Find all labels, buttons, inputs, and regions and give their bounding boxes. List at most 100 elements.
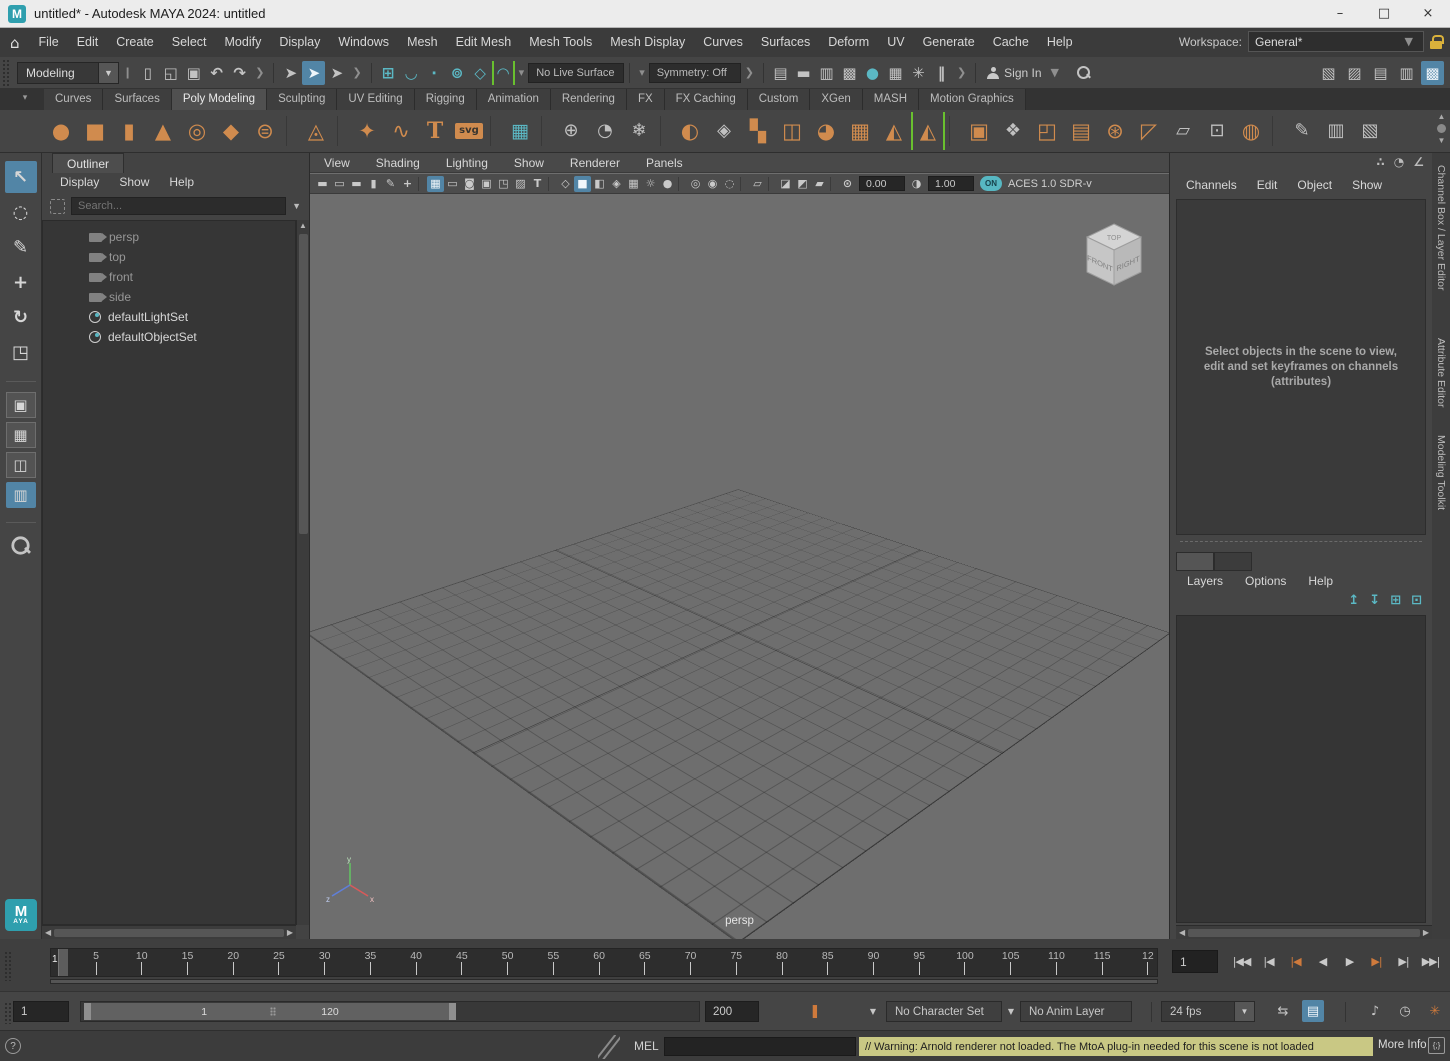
minimize-button[interactable]: –: [1318, 0, 1362, 27]
tab-modeling-toolkit[interactable]: Modeling Toolkit: [1435, 435, 1447, 510]
script-editor-icon[interactable]: {;}: [1428, 1037, 1445, 1054]
resolution-gate-icon[interactable]: ◙: [461, 176, 478, 192]
home-icon[interactable]: ⌂: [10, 34, 20, 52]
scroll-up-icon[interactable]: ▲: [299, 220, 307, 232]
scrollbar-thumb[interactable]: [299, 234, 308, 534]
default-material-icon[interactable]: ▦: [625, 176, 642, 192]
drag-handle[interactable]: [2, 59, 9, 86]
menu-item[interactable]: Create: [107, 35, 163, 49]
camera-lock-icon[interactable]: ▭: [331, 176, 348, 192]
shadows-icon[interactable]: ●: [659, 176, 676, 192]
new-layer-icon[interactable]: ⊞: [1390, 593, 1401, 608]
poly-sphere-icon[interactable]: ●: [44, 112, 78, 150]
menu-item[interactable]: Mesh: [398, 35, 447, 49]
outliner-menu-item[interactable]: Display: [50, 173, 109, 192]
current-time-field[interactable]: [1172, 950, 1218, 973]
boolean-icon[interactable]: ◐: [673, 112, 707, 150]
isolate-select-icon[interactable]: ▱: [749, 176, 766, 192]
undo-icon[interactable]: ↶: [205, 61, 228, 85]
render-setup-icon[interactable]: ▦: [884, 61, 907, 85]
auto-keyframe-icon[interactable]: ▤: [1302, 1000, 1324, 1022]
image-plane-icon[interactable]: ▨: [512, 176, 529, 192]
step-back-frame-button[interactable]: |◀: [1255, 949, 1282, 974]
viewport-menu-item[interactable]: Lighting: [446, 153, 502, 172]
render-frame-icon[interactable]: ▬: [792, 61, 815, 85]
scale-tool[interactable]: ◳: [5, 336, 37, 368]
layer-editor-menu-item[interactable]: Layers: [1176, 572, 1234, 591]
combine-icon[interactable]: ◈: [707, 112, 741, 150]
time-sync-icon[interactable]: ◷: [1394, 1000, 1416, 1022]
outliner-horizontal-scrollbar[interactable]: ◀ ▶: [42, 925, 296, 939]
move-tool[interactable]: +: [5, 266, 37, 298]
bevel-icon[interactable]: ◰: [1030, 112, 1064, 150]
sign-in-button[interactable]: Sign In ▼: [987, 66, 1063, 80]
hypershade-icon[interactable]: ●: [861, 61, 884, 85]
layer-editor-menu-item[interactable]: Options: [1234, 572, 1297, 591]
step-forward-key-button[interactable]: ▶|: [1363, 949, 1390, 974]
sculpt-tool-icon[interactable]: ◍: [1234, 112, 1268, 150]
scrollbar-thumb[interactable]: [54, 929, 284, 937]
menu-item[interactable]: Mesh Display: [601, 35, 694, 49]
pan-zoom-icon[interactable]: +: [399, 176, 416, 192]
outliner-vertical-scrollbar[interactable]: ▲: [296, 220, 309, 925]
crease-tool-icon[interactable]: ✎: [1285, 112, 1319, 150]
menu-item[interactable]: Select: [163, 35, 216, 49]
poly-disc-icon[interactable]: ⊜: [248, 112, 282, 150]
menu-item[interactable]: Surfaces: [752, 35, 819, 49]
shelf-menu-icon[interactable]: ▾: [23, 92, 28, 103]
wireframe-on-shaded-icon[interactable]: ◈: [608, 176, 625, 192]
resize-grip[interactable]: [598, 1035, 620, 1059]
lasso-tool[interactable]: ◌: [5, 196, 37, 228]
shelf-tab[interactable]: MASH: [863, 89, 919, 110]
filter-icon[interactable]: [50, 199, 65, 214]
shelf-tab[interactable]: Rendering: [551, 89, 627, 110]
scroll-left-icon[interactable]: ◀: [45, 928, 51, 937]
helix-icon[interactable]: ∿: [384, 112, 418, 150]
outliner-menu-item[interactable]: Show: [109, 173, 159, 192]
lock-workspace-icon[interactable]: [1430, 35, 1442, 49]
menu-item[interactable]: File: [30, 35, 68, 49]
menu-item[interactable]: UV: [878, 35, 913, 49]
menu-item[interactable]: Help: [1038, 35, 1082, 49]
go-to-start-button[interactable]: |◀◀: [1228, 949, 1255, 974]
animation-prefs-icon[interactable]: ✳: [1424, 1000, 1446, 1022]
outliner-item[interactable]: front: [43, 267, 295, 287]
type-tool-icon[interactable]: T: [418, 112, 452, 150]
motion-blur-icon[interactable]: ◉: [704, 176, 721, 192]
textured-icon[interactable]: ◧: [591, 176, 608, 192]
poly-cylinder-icon[interactable]: ▮: [112, 112, 146, 150]
live-surface-field[interactable]: No Live Surface: [528, 63, 624, 83]
layer-move-up-icon[interactable]: ↥: [1348, 593, 1359, 608]
snapshot-icon[interactable]: ▰: [811, 176, 828, 192]
viewport-menu-item[interactable]: View: [324, 153, 364, 172]
chevron-down-icon[interactable]: ▼: [1000, 1000, 1022, 1022]
view-cube[interactable]: TOP FRONT RIGHT: [1081, 221, 1147, 293]
outliner-panel-tab[interactable]: Outliner: [52, 153, 124, 173]
animation-start-field[interactable]: [13, 1001, 69, 1022]
playback-loop-icon[interactable]: ⇆: [1272, 1000, 1294, 1022]
poly-cone-icon[interactable]: ▲: [146, 112, 180, 150]
layer-move-down-icon[interactable]: ↧: [1369, 593, 1380, 608]
shelf-tab[interactable]: Custom: [748, 89, 811, 110]
poly-plane-icon[interactable]: ◆: [214, 112, 248, 150]
select-tool[interactable]: ↖: [5, 161, 37, 193]
exposure-field[interactable]: 0.00: [859, 176, 905, 191]
shelf-tab[interactable]: Animation: [477, 89, 551, 110]
xray-icon[interactable]: ◪: [777, 176, 794, 192]
viewport-menu-item[interactable]: Shading: [376, 153, 434, 172]
character-set-dropdown[interactable]: No Character Set: [886, 1001, 1002, 1022]
scroll-up-icon[interactable]: ▲: [1438, 112, 1446, 121]
separate-icon[interactable]: ▚: [741, 112, 775, 150]
menu-item[interactable]: Generate: [914, 35, 984, 49]
shelf-tab[interactable]: Motion Graphics: [919, 89, 1026, 110]
toggle-renderer-icon[interactable]: ✳: [907, 61, 930, 85]
range-start-handle[interactable]: [84, 1003, 91, 1020]
search-icon[interactable]: [1077, 66, 1090, 79]
shelf-tab[interactable]: Sculpting: [267, 89, 337, 110]
viewport-menu-item[interactable]: Panels: [646, 153, 697, 172]
layer-horizontal-scrollbar[interactable]: ◀ ▶: [1176, 925, 1432, 939]
menu-item[interactable]: Curves: [694, 35, 752, 49]
snap-projected-center-icon[interactable]: ⊚: [446, 61, 469, 85]
poly-torus-icon[interactable]: ◎: [180, 112, 214, 150]
shelf-tab[interactable]: UV Editing: [337, 89, 414, 110]
